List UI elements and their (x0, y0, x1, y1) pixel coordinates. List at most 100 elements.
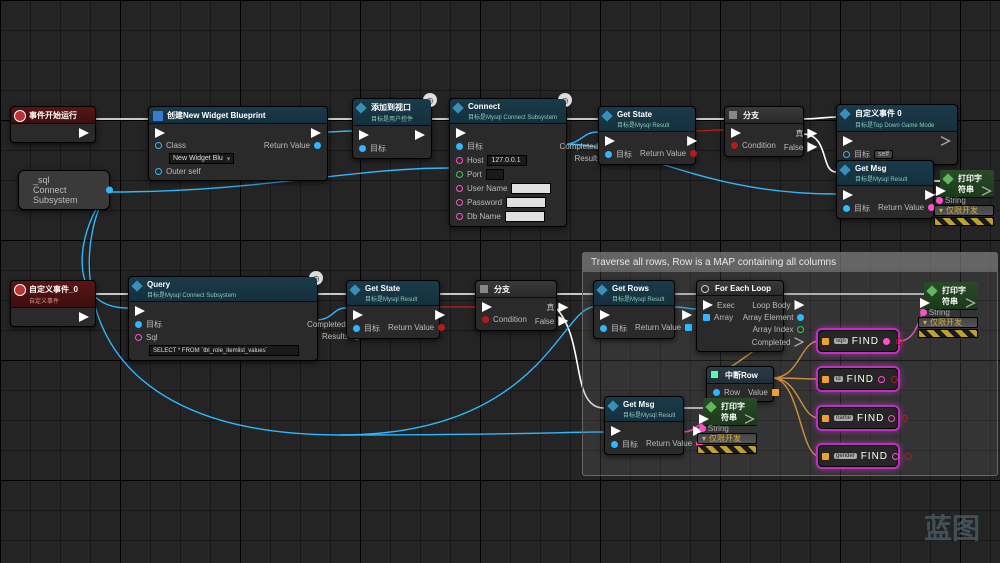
custom-event-0-decl[interactable]: 自定义事件_0 自定义事件 (10, 280, 96, 327)
out-pin[interactable] (892, 453, 899, 460)
array-pin[interactable] (703, 314, 710, 321)
exec-out-pin[interactable] (941, 136, 951, 146)
port-pin[interactable] (456, 171, 463, 178)
branch-node-2[interactable]: 分支 Condition 真 False (475, 280, 557, 331)
idx-pin[interactable] (797, 326, 804, 333)
map-in-pin[interactable] (822, 415, 829, 422)
found-pin[interactable] (901, 415, 908, 422)
out-pin[interactable] (878, 376, 885, 383)
condition-pin[interactable] (482, 316, 489, 323)
host-pin[interactable] (456, 157, 463, 164)
exec-out-pin[interactable] (687, 136, 697, 146)
connect-node[interactable]: Connect 目标是Mysql Connect Subsystem 目标 Ho… (449, 98, 567, 227)
exec-in-pin[interactable] (359, 130, 369, 140)
target-pin[interactable] (843, 205, 850, 212)
user-input[interactable] (511, 183, 551, 194)
class-pin[interactable] (155, 142, 162, 149)
exec-out-pin[interactable] (79, 128, 89, 138)
found-pin[interactable] (896, 338, 903, 345)
variable-sql-connect-subsystem[interactable]: _sqlConnectSubsystem (18, 170, 110, 210)
break-row-node[interactable]: 中断Row Row Value (706, 366, 774, 402)
exec-out-pin[interactable] (435, 310, 445, 320)
target-pin[interactable] (353, 325, 360, 332)
exec-in-pin[interactable] (155, 128, 165, 138)
find-node-gender[interactable]: gender FIND (818, 445, 898, 467)
key-chip[interactable]: id (834, 376, 843, 382)
out-pin[interactable] (883, 338, 890, 345)
print-string-body-3[interactable]: In String ▾仅限开发 (918, 296, 978, 338)
outer-pin[interactable] (155, 168, 162, 175)
exec-in-pin[interactable] (731, 128, 741, 138)
target-pin[interactable] (456, 143, 463, 150)
dev-bar[interactable]: ▾仅限开发 (918, 317, 978, 328)
query-node[interactable]: Query 目标是Mysql Connect Subsystem 目标 Sql … (128, 276, 318, 361)
map-in-pin[interactable] (822, 376, 829, 383)
variable-output-pin[interactable] (106, 187, 113, 194)
call-custom-event-0[interactable]: 自定义事件 0 目标是Top Down Game Mode 目标self (836, 104, 958, 165)
exec-in-pin[interactable] (600, 310, 610, 320)
false-pin[interactable] (807, 142, 817, 152)
found-pin[interactable] (905, 453, 912, 460)
false-pin[interactable] (558, 316, 568, 326)
target-pin[interactable] (359, 145, 366, 152)
key-chip[interactable]: gender (834, 453, 857, 459)
row-pin[interactable] (713, 389, 720, 396)
pass-input[interactable] (506, 197, 546, 208)
key-chip[interactable]: name (834, 415, 853, 421)
map-in-pin[interactable] (822, 338, 829, 345)
host-input[interactable]: 127.0.0.1 (487, 155, 527, 166)
comment-title[interactable]: Traverse all rows, Row is a MAP containi… (583, 253, 997, 272)
return-pin[interactable] (690, 150, 697, 157)
create-widget-node[interactable]: 创建New Widget Blueprint Class New Widget … (148, 106, 328, 181)
return-pin[interactable] (438, 324, 445, 331)
elem-pin[interactable] (797, 314, 804, 321)
sql-input[interactable]: SELECT * FROM `tbl_role_itemlist_values` (149, 345, 299, 356)
self-button[interactable]: self (874, 150, 893, 159)
condition-pin[interactable] (731, 142, 738, 149)
target-pin[interactable] (611, 441, 618, 448)
print-string-body-1[interactable]: In String ▾仅限开发 (934, 184, 994, 226)
exec-in-pin[interactable] (456, 128, 466, 138)
for-each-loop-node[interactable]: For Each Loop Exec Array Loop Body Array… (696, 280, 784, 352)
get-msg-node-1[interactable]: Get Msg 目标是Mysql Result 目标 Return Value (836, 160, 934, 219)
user-pin[interactable] (456, 185, 463, 192)
exec-in-pin[interactable] (703, 300, 713, 310)
true-pin[interactable] (558, 303, 568, 313)
return-pin[interactable] (314, 142, 321, 149)
target-pin[interactable] (605, 151, 612, 158)
instring-pin[interactable] (920, 309, 927, 316)
key-chip[interactable]: sqn (834, 338, 848, 344)
true-pin[interactable] (807, 129, 817, 139)
get-state-node-2[interactable]: Get State 目标是Mysql Result 目标 Return Valu… (346, 280, 440, 339)
pass-pin[interactable] (456, 199, 463, 206)
dev-bar[interactable]: ▾仅限开发 (697, 433, 757, 444)
map-in-pin[interactable] (822, 453, 829, 460)
target-pin[interactable] (135, 321, 142, 328)
get-msg-node-2[interactable]: Get Msg 目标是Mysql Result 目标 Return Value (604, 396, 684, 455)
instring-pin[interactable] (699, 425, 706, 432)
exec-in-pin[interactable] (605, 136, 615, 146)
exec-in-pin[interactable] (843, 136, 853, 146)
sql-pin[interactable] (135, 334, 142, 341)
exec-in-pin[interactable] (843, 190, 853, 200)
event-begin-play[interactable]: 事件开始运行 (10, 106, 96, 143)
return-pin[interactable] (685, 324, 692, 331)
out-pin[interactable] (888, 415, 895, 422)
find-node-name[interactable]: name FIND (818, 407, 898, 429)
branch-node-1[interactable]: 分支 Condition 真 False (724, 106, 804, 157)
exec-out-pin[interactable] (415, 130, 425, 140)
db-input[interactable] (505, 211, 545, 222)
target-pin[interactable] (600, 325, 607, 332)
found-pin[interactable] (891, 376, 898, 383)
port-input[interactable] (486, 169, 504, 180)
exec-out-pin[interactable] (79, 312, 89, 322)
exec-in-pin[interactable] (482, 302, 492, 312)
print-string-body-2[interactable]: In String ▾仅限开发 (697, 412, 757, 454)
find-node-sqn[interactable]: sqn FIND (818, 330, 898, 352)
done-pin[interactable] (794, 337, 804, 347)
db-pin[interactable] (456, 213, 463, 220)
exec-in-pin[interactable] (353, 310, 363, 320)
exec-in-pin[interactable] (135, 306, 145, 316)
dev-bar[interactable]: ▾仅限开发 (934, 205, 994, 216)
loopbody-pin[interactable] (794, 300, 804, 310)
